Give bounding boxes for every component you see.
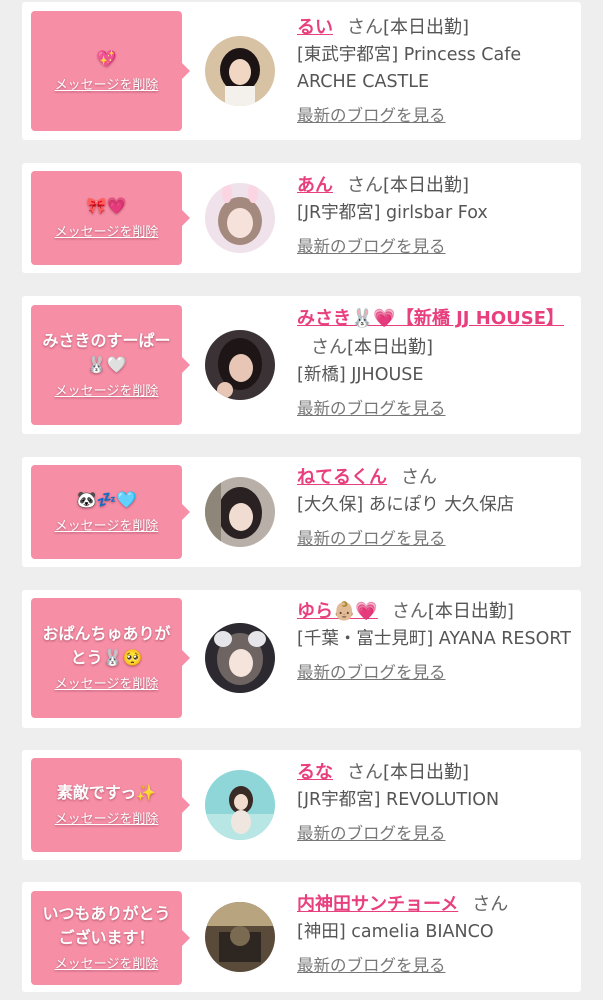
list-item: 素敵ですっ✨ メッセージを削除 るな さん[本日出勤] [JR宇都宮] REVOL… bbox=[22, 750, 581, 860]
latest-blog-link[interactable]: 最新のブログを見る bbox=[297, 397, 446, 421]
message-box: 💖 メッセージを削除 bbox=[31, 11, 190, 131]
list-item: おぱんちゅありがとう🐰🥺 メッセージを削除 ゆら👶🏼💗 さん[本日出勤] [千葉・… bbox=[22, 590, 581, 728]
cast-name-link[interactable]: みさき🐰💗【新橋 JJ HOUSE】 bbox=[297, 308, 564, 329]
profile-info: みさき🐰💗【新橋 JJ HOUSE】さん[本日出勤] [新橋] JJHOUSE … bbox=[297, 304, 577, 421]
message-text: みさきのすーぱー🐰🤍 bbox=[42, 331, 171, 374]
shop-name: [千葉・富士見町] AYANA RESORT bbox=[297, 629, 571, 649]
profile-info: るい さん[本日出勤] [東武宇都宮] Princess Cafe ARCHE C… bbox=[297, 13, 577, 128]
profile-info: るな さん[本日出勤] [JR宇都宮] REVOLUTION 最新のブログを見る bbox=[297, 758, 577, 846]
shop-name: [JR宇都宮] REVOLUTION bbox=[297, 790, 500, 810]
shop-name: [大久保] あにぽり 大久保店 bbox=[297, 495, 515, 515]
message-text: 🐼💤🩵 bbox=[76, 490, 137, 509]
cast-name-link[interactable]: ゆら👶🏼💗 bbox=[297, 601, 378, 622]
cast-name-link[interactable]: るな bbox=[297, 762, 333, 783]
honorific: さん bbox=[311, 337, 347, 358]
message-list: 💖 メッセージを削除 るい さん[本日出勤] [東武宇都宮] Princess C… bbox=[0, 0, 603, 1000]
avatar[interactable] bbox=[205, 770, 275, 840]
latest-blog-link[interactable]: 最新のブログを見る bbox=[297, 661, 446, 685]
latest-blog-link[interactable]: 最新のブログを見る bbox=[297, 954, 446, 978]
avatar[interactable] bbox=[205, 477, 275, 547]
latest-blog-link[interactable]: 最新のブログを見る bbox=[297, 104, 446, 128]
honorific: さん bbox=[472, 894, 509, 915]
delete-message-link[interactable]: メッセージを削除 bbox=[55, 77, 159, 95]
message-box: 🐼💤🩵 メッセージを削除 bbox=[31, 465, 190, 559]
message-box: おぱんちゅありがとう🐰🥺 メッセージを削除 bbox=[31, 598, 190, 718]
message-box: 素敵ですっ✨ メッセージを削除 bbox=[31, 758, 190, 852]
avatar[interactable] bbox=[205, 902, 275, 972]
list-item: みさきのすーぱー🐰🤍 メッセージを削除 みさき🐰💗【新橋 JJ HOUSE】さん… bbox=[22, 296, 581, 434]
latest-blog-link[interactable]: 最新のブログを見る bbox=[297, 235, 446, 259]
message-text: 💖 bbox=[96, 49, 117, 68]
message-text: 素敵ですっ✨ bbox=[56, 783, 157, 802]
message-text: おぱんちゅありがとう🐰🥺 bbox=[42, 624, 171, 667]
honorific: さん bbox=[391, 601, 428, 622]
message-box: 🎀💗 メッセージを削除 bbox=[31, 171, 190, 265]
shop-name: [神田] camelia BIANCO bbox=[297, 922, 494, 942]
avatar[interactable] bbox=[205, 330, 275, 400]
status-badge: [本日出勤] bbox=[383, 17, 470, 38]
list-item: 🎀💗 メッセージを削除 あん さん[本日出勤] [JR宇都宮] girlsbar … bbox=[22, 163, 581, 273]
message-text: 🎀💗 bbox=[86, 196, 127, 215]
avatar[interactable] bbox=[205, 623, 275, 693]
profile-info: ゆら👶🏼💗 さん[本日出勤] [千葉・富士見町] AYANA RESORT 最新の… bbox=[297, 597, 577, 685]
delete-message-link[interactable]: メッセージを削除 bbox=[55, 383, 159, 401]
latest-blog-link[interactable]: 最新のブログを見る bbox=[297, 527, 446, 551]
delete-message-link[interactable]: メッセージを削除 bbox=[55, 518, 159, 536]
cast-name-link[interactable]: るい bbox=[297, 17, 333, 38]
delete-message-link[interactable]: メッセージを削除 bbox=[55, 811, 159, 829]
cast-name-link[interactable]: 内神田サンチョーメ bbox=[297, 894, 458, 915]
status-badge: [本日出勤] bbox=[347, 337, 434, 358]
shop-name: [東武宇都宮] Princess Cafe ARCHE CASTLE bbox=[297, 45, 522, 92]
list-item: 💖 メッセージを削除 るい さん[本日出勤] [東武宇都宮] Princess C… bbox=[22, 2, 581, 140]
avatar[interactable] bbox=[205, 183, 275, 253]
message-box: みさきのすーぱー🐰🤍 メッセージを削除 bbox=[31, 305, 190, 425]
profile-info: 内神田サンチョーメ さん [神田] camelia BIANCO 最新のブログを見… bbox=[297, 890, 577, 978]
cast-name-link[interactable]: あん bbox=[297, 175, 333, 196]
delete-message-link[interactable]: メッセージを削除 bbox=[55, 224, 159, 242]
list-item: 🐼💤🩵 メッセージを削除 ねてるくん さん [大久保] あにぽり 大久保店 最新の… bbox=[22, 457, 581, 567]
honorific: さん bbox=[347, 175, 383, 196]
status-badge: [本日出勤] bbox=[427, 601, 514, 622]
latest-blog-link[interactable]: 最新のブログを見る bbox=[297, 822, 446, 846]
avatar[interactable] bbox=[205, 36, 275, 106]
message-box: いつもありがとうございます！ メッセージを削除 bbox=[31, 891, 190, 985]
profile-info: ねてるくん さん [大久保] あにぽり 大久保店 最新のブログを見る bbox=[297, 463, 577, 551]
status-badge: [本日出勤] bbox=[383, 175, 470, 196]
list-item: いつもありがとうございます！ メッセージを削除 内神田サンチョーメ さん [神田]… bbox=[22, 882, 581, 992]
honorific: さん bbox=[401, 467, 437, 488]
delete-message-link[interactable]: メッセージを削除 bbox=[55, 676, 159, 694]
shop-name: [新橋] JJHOUSE bbox=[297, 365, 424, 385]
cast-name-link[interactable]: ねてるくん bbox=[297, 467, 387, 488]
profile-info: あん さん[本日出勤] [JR宇都宮] girlsbar Fox 最新のブログを見… bbox=[297, 171, 577, 259]
honorific: さん bbox=[347, 762, 383, 783]
delete-message-link[interactable]: メッセージを削除 bbox=[55, 956, 159, 974]
status-badge: [本日出勤] bbox=[383, 762, 470, 783]
honorific: さん bbox=[347, 17, 383, 38]
message-text: いつもありがとうございます！ bbox=[42, 904, 171, 947]
shop-name: [JR宇都宮] girlsbar Fox bbox=[297, 203, 488, 223]
